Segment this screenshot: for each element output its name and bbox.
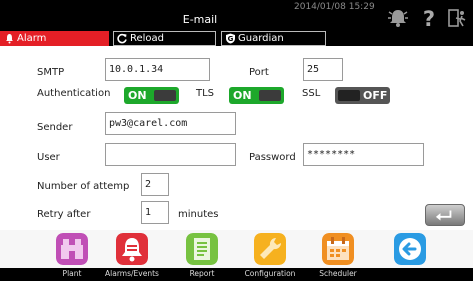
tab-reload-label: Reload [130, 33, 165, 44]
enter-icon [435, 210, 452, 221]
nav-plant[interactable]: Plant [52, 230, 92, 281]
tab-reload[interactable]: Reload [113, 31, 216, 46]
nav-configuration[interactable]: Configuration [245, 230, 295, 281]
logout-icon[interactable] [446, 7, 468, 29]
alarm-bell-icon[interactable] [387, 7, 409, 29]
tab-alarm[interactable]: Alarm [0, 31, 109, 46]
configuration-icon [254, 233, 286, 265]
retry-input[interactable]: 1 [141, 201, 169, 224]
toggle-knob [154, 90, 176, 101]
sender-label: Sender [37, 122, 73, 133]
retry-unit-label: minutes [178, 209, 219, 220]
header-bar: E-mail 2014/01/08 15:29 ? Alarm Reload G… [0, 0, 473, 46]
alarms-events-icon [116, 233, 148, 265]
user-input[interactable] [105, 143, 236, 166]
tab-bar: Alarm Reload G Guardian [0, 31, 340, 46]
nav-configuration-label: Configuration [244, 269, 296, 278]
toggle-knob [259, 90, 281, 101]
plant-icon [56, 233, 88, 265]
tab-alarm-label: Alarm [17, 33, 47, 44]
nav-report-label: Report [189, 269, 215, 278]
reload-icon [117, 33, 127, 44]
password-input[interactable]: ******** [303, 143, 424, 166]
tls-toggle-state: ON [233, 89, 252, 102]
authentication-toggle[interactable]: ON [124, 87, 179, 104]
smtp-label: SMTP [37, 67, 65, 78]
authentication-toggle-state: ON [128, 89, 147, 102]
datetime-display: 2014/01/08 15:29 [294, 2, 375, 12]
toggle-knob [338, 90, 360, 101]
nav-back[interactable] [390, 230, 430, 281]
nav-report[interactable]: Report [182, 230, 222, 281]
bell-icon [6, 34, 13, 44]
nav-scheduler[interactable]: Scheduler [318, 230, 358, 281]
ssl-toggle-state: OFF [363, 89, 388, 102]
tab-guardian-label: Guardian [238, 33, 284, 44]
tab-guardian[interactable]: G Guardian [221, 31, 326, 46]
password-label: Password [249, 152, 296, 163]
scheduler-icon [322, 233, 354, 265]
bottom-navigation: Plant Alarms/Events Report Configuration [0, 230, 473, 281]
nav-alarms-events-label: Alarms/Events [105, 269, 159, 278]
user-label: User [37, 152, 60, 163]
retry-label: Retry after [37, 209, 91, 220]
page-title: E-mail [182, 13, 218, 26]
svg-text:G: G [228, 35, 234, 43]
nav-scheduler-label: Scheduler [319, 269, 357, 278]
guardian-icon: G [226, 33, 235, 44]
enter-button[interactable] [425, 204, 465, 226]
attempts-input[interactable]: 2 [141, 173, 169, 196]
port-input[interactable]: 25 [303, 58, 343, 81]
smtp-input[interactable]: 10.0.1.34 [105, 58, 210, 81]
authentication-label: Authentication [37, 88, 111, 99]
port-label: Port [249, 67, 269, 78]
tls-toggle[interactable]: ON [229, 87, 284, 104]
nav-alarms-events[interactable]: Alarms/Events [100, 230, 164, 281]
ssl-label: SSL [302, 88, 321, 99]
svg-text:?: ? [423, 7, 435, 29]
tls-label: TLS [196, 88, 215, 99]
ssl-toggle[interactable]: OFF [335, 87, 390, 104]
back-arrow-icon [394, 233, 426, 265]
email-settings-panel: SMTP 10.0.1.34 Port 25 Authentication ON… [0, 46, 473, 230]
report-icon [186, 233, 218, 265]
sender-input[interactable]: pw3@carel.com [105, 112, 236, 135]
attempts-label: Number of attemp [37, 181, 130, 192]
help-icon[interactable]: ? [418, 7, 440, 29]
